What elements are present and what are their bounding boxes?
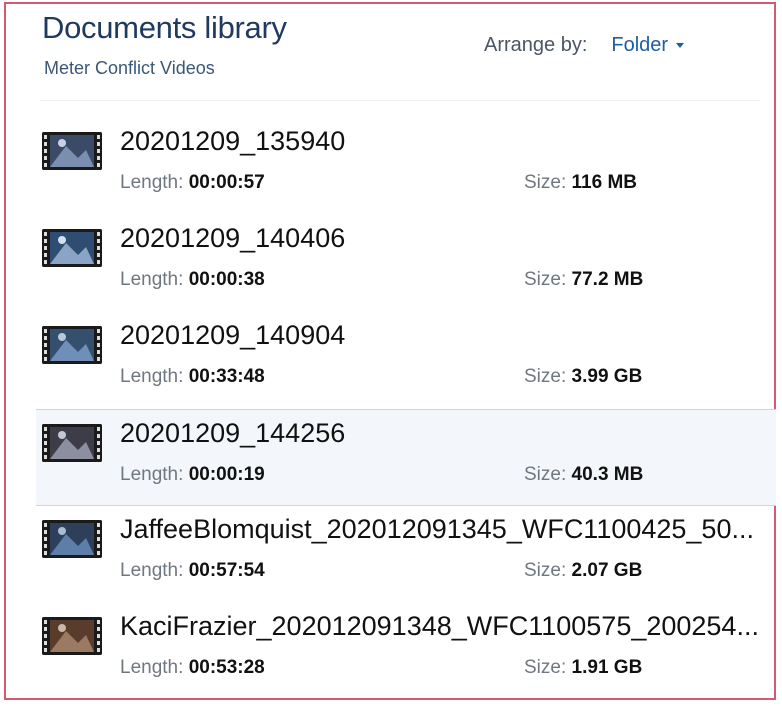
size-value: 77.2 MB [571, 269, 644, 290]
length-value: 00:57:54 [188, 560, 265, 581]
arrange-by-value: Folder [611, 34, 669, 56]
arrange-by-control: Arrange by: Folder [484, 34, 685, 57]
length-value: 00:33:48 [188, 366, 265, 387]
size-value: 2.07 GB [571, 560, 643, 581]
file-length: Length: 00:00:57 [120, 172, 265, 194]
file-list-item[interactable]: 20201209_135940 Length: 00:00:57 Size: 116… [36, 118, 776, 215]
file-list-item[interactable]: 20201209_140904 Length: 00:33:48 Size: 3.9… [36, 312, 776, 409]
file-size: Size: 40.3 MB [524, 464, 643, 486]
file-length: Length: 00:00:38 [120, 269, 265, 291]
file-length: Length: 00:33:48 [120, 366, 265, 388]
library-title: Documents library [42, 10, 287, 45]
file-length: Length: 00:53:28 [120, 657, 265, 679]
length-label: Length: [120, 560, 184, 581]
file-size: Size: 2.07 GB [524, 560, 642, 582]
file-name: 20201209_135940 [120, 126, 346, 156]
length-value: 00:00:57 [188, 172, 265, 193]
file-size: Size: 116 MB [524, 172, 637, 194]
file-list-item[interactable]: 20201209_140406 Length: 00:00:38 Size: 77.… [36, 215, 776, 312]
library-window: Documents library Meter Conflict Videos … [4, 2, 776, 700]
length-label: Length: [120, 657, 184, 678]
size-label: Size: [524, 269, 567, 290]
video-file-icon [42, 326, 102, 364]
size-value: 3.99 GB [571, 366, 643, 387]
file-name: 20201209_140406 [120, 223, 346, 253]
file-length: Length: 00:57:54 [120, 560, 265, 582]
size-value: 40.3 MB [571, 464, 644, 485]
file-list: 20201209_135940 Length: 00:00:57 Size: 116… [36, 118, 776, 700]
file-size: Size: 1.91 GB [524, 657, 642, 679]
length-label: Length: [120, 366, 184, 387]
video-file-icon [42, 617, 102, 655]
length-value: 00:00:38 [188, 269, 265, 290]
size-label: Size: [524, 172, 567, 193]
size-label: Size: [524, 657, 567, 678]
arrange-by-label: Arrange by: [484, 34, 588, 56]
video-file-icon [42, 520, 102, 558]
length-label: Length: [120, 464, 184, 485]
video-file-icon [42, 424, 102, 462]
file-list-item[interactable]: JaffeeBlomquist_202012091345_WFC1100425_… [36, 506, 776, 603]
file-name: 20201209_144256 [120, 418, 346, 448]
dropdown-caret-icon [676, 43, 685, 48]
size-value: 1.91 GB [571, 657, 643, 678]
file-size: Size: 77.2 MB [524, 269, 643, 291]
file-name: 20201209_140904 [120, 320, 346, 350]
file-size: Size: 3.99 GB [524, 366, 642, 388]
video-file-icon [42, 132, 102, 170]
file-list-item[interactable]: 20201209_144256 Length: 00:00:19 Size: 40.… [36, 409, 776, 506]
length-value: 00:53:28 [188, 657, 265, 678]
file-name: JaffeeBlomquist_202012091345_WFC1100425_… [120, 514, 754, 544]
video-file-icon [42, 229, 102, 267]
file-name: KaciFrazier_202012091348_WFC1100575_2002… [120, 611, 759, 641]
size-label: Size: [524, 366, 567, 387]
size-label: Size: [524, 464, 567, 485]
file-length: Length: 00:00:19 [120, 464, 265, 486]
size-value: 116 MB [571, 172, 638, 193]
length-value: 00:00:19 [188, 464, 265, 485]
length-label: Length: [120, 172, 184, 193]
library-subtitle: Meter Conflict Videos [44, 58, 215, 78]
arrange-by-dropdown[interactable]: Folder [611, 34, 685, 57]
header-divider [40, 100, 760, 101]
file-list-item[interactable]: KaciFrazier_202012091348_WFC1100575_2002… [36, 603, 776, 700]
length-label: Length: [120, 269, 184, 290]
size-label: Size: [524, 560, 567, 581]
